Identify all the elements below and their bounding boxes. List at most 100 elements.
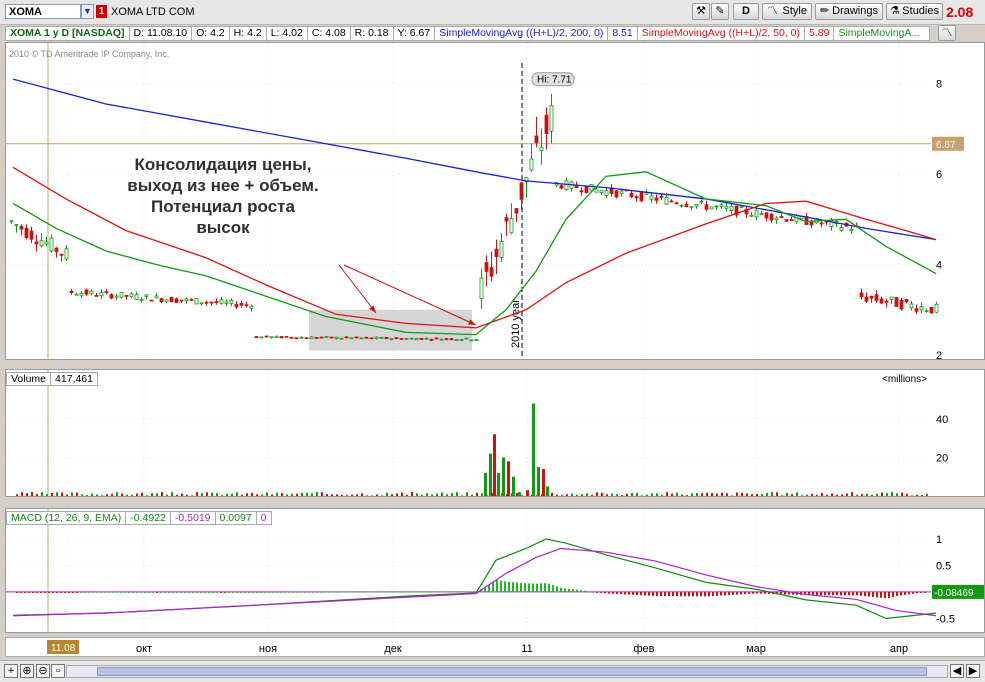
volume-bar — [216, 493, 218, 496]
macd-histogram-bar — [508, 581, 510, 592]
volume-bar — [846, 493, 848, 496]
candle-body — [134, 294, 139, 300]
annotation-text: Консолидация цены, выход из нее + объем.… — [93, 154, 353, 238]
macd-histogram-bar — [464, 591, 466, 593]
macd-histogram-bar — [396, 591, 398, 593]
volume-bar — [471, 494, 473, 496]
macd-histogram-bar — [112, 591, 114, 593]
volume-bar — [46, 494, 48, 496]
volume-bar — [776, 492, 778, 496]
macd-panel[interactable]: -0.5 0 0.5 1 -0.08469 — [5, 508, 985, 633]
x-axis-month-label: фев — [633, 643, 654, 655]
top-toolbar: XOMA ▼ 1 XOMA LTD COM ⚒ ✎ D 〽 Style ✏ Draw… — [0, 0, 985, 25]
volume-spike-bar — [512, 476, 515, 496]
volume-bar — [676, 492, 678, 496]
candle-body — [409, 337, 414, 340]
macd-histogram-bar — [280, 591, 282, 593]
volume-chart[interactable]: 2040 — [6, 370, 985, 497]
macd-chart[interactable]: -0.5 0 0.5 1 -0.08469 — [6, 509, 985, 633]
horizontal-scrollbar[interactable] — [66, 665, 948, 678]
candle-body — [774, 217, 779, 221]
volume-bar — [276, 492, 278, 496]
macd-histogram-bar — [284, 591, 286, 593]
candle-body — [279, 336, 284, 339]
symbol-input[interactable]: XOMA — [5, 4, 81, 19]
price-y-tick: 8 — [936, 79, 942, 91]
style-button[interactable]: 〽 Style — [762, 3, 812, 20]
zoom-reset-icon[interactable]: ▫ — [51, 664, 65, 678]
drawings-button[interactable]: ✏ Drawings — [815, 3, 883, 20]
zoom-in-icon[interactable]: ⊕ — [20, 664, 34, 678]
volume-bar — [126, 494, 128, 496]
macd-histogram-bar — [876, 591, 878, 598]
volume-value: 417,461 — [55, 373, 93, 385]
volume-bar — [386, 492, 388, 496]
volume-bar — [81, 494, 83, 496]
tools-icon[interactable]: ⚒ — [692, 3, 710, 20]
volume-bar — [606, 494, 608, 496]
wrench-icon[interactable]: ✎ — [711, 3, 729, 20]
macd-histogram-bar — [428, 591, 430, 593]
studies-button[interactable]: ⚗ Studies — [886, 3, 943, 20]
volume-bar — [651, 493, 653, 496]
volume-bar — [571, 493, 573, 496]
volume-bar — [66, 494, 68, 496]
macd-histogram-bar — [100, 591, 102, 593]
macd-histogram-bar — [684, 591, 686, 597]
volume-bar — [56, 492, 58, 496]
volume-bar — [106, 494, 108, 496]
macd-histogram-bar — [504, 581, 506, 592]
sma3-label[interactable]: SimpleMovingA... — [834, 27, 924, 40]
candle-body — [549, 105, 554, 132]
macd-histogram-bar — [580, 590, 582, 592]
volume-bar — [426, 493, 428, 496]
volume-bar — [616, 494, 618, 496]
candle-body — [184, 298, 189, 302]
sma50-label[interactable]: SimpleMovingAvg ((H+L)/2, 50, 0) — [638, 27, 806, 40]
scroll-right-icon[interactable]: ▶ — [966, 664, 980, 678]
candle-body — [419, 337, 424, 340]
volume-bar — [166, 494, 168, 496]
volume-bar — [916, 494, 918, 496]
annotation-line-2: выход из нее + объем. — [127, 176, 319, 195]
macd-histogram-bar — [856, 591, 858, 596]
dropdown-arrow-icon[interactable]: ▼ — [81, 4, 94, 19]
period-button[interactable]: D — [733, 3, 759, 20]
volume-panel[interactable]: 20 40 — [5, 369, 985, 497]
macd-histogram-bar — [332, 591, 334, 593]
macd-histogram-bar — [692, 591, 694, 597]
candle-body — [19, 225, 24, 230]
scrollbar-thumb[interactable] — [97, 667, 927, 676]
volume-bar — [16, 494, 18, 496]
volume-bar — [596, 492, 598, 496]
candle-body — [709, 206, 714, 210]
macd-histogram-bar — [596, 591, 598, 593]
volume-bar — [926, 493, 928, 496]
candle-body — [459, 339, 464, 341]
year-marker-label: 2010 year — [510, 299, 522, 348]
candle-body — [199, 302, 204, 305]
candle-body — [329, 336, 334, 339]
scroll-left-icon[interactable]: ◀ — [950, 664, 964, 678]
candle-body — [769, 213, 774, 221]
macd-histogram-bar — [452, 591, 454, 593]
crosshair-icon[interactable]: + — [4, 664, 18, 678]
volume-bar — [691, 493, 693, 496]
link-flag-icon[interactable]: 1 — [96, 5, 107, 18]
volume-bar — [176, 494, 178, 496]
price-tag: 6.67 — [936, 140, 956, 151]
candle-body — [464, 337, 469, 340]
zoom-out-icon[interactable]: ⊖ — [36, 664, 50, 678]
sma200-label[interactable]: SimpleMovingAvg ((H+L)/2, 200, 0) — [435, 27, 609, 40]
expand-icon[interactable]: 〽 — [938, 25, 956, 41]
candle-body — [259, 336, 264, 339]
macd-histogram-bar — [448, 591, 450, 593]
candle-body — [379, 336, 384, 339]
volume-bar — [551, 493, 553, 496]
volume-bar — [876, 493, 878, 496]
candle-body — [749, 214, 754, 217]
macd-histogram-bar — [276, 591, 278, 593]
volume-bar — [371, 495, 373, 496]
candle-body — [299, 336, 304, 339]
consolidation-box — [309, 309, 472, 351]
